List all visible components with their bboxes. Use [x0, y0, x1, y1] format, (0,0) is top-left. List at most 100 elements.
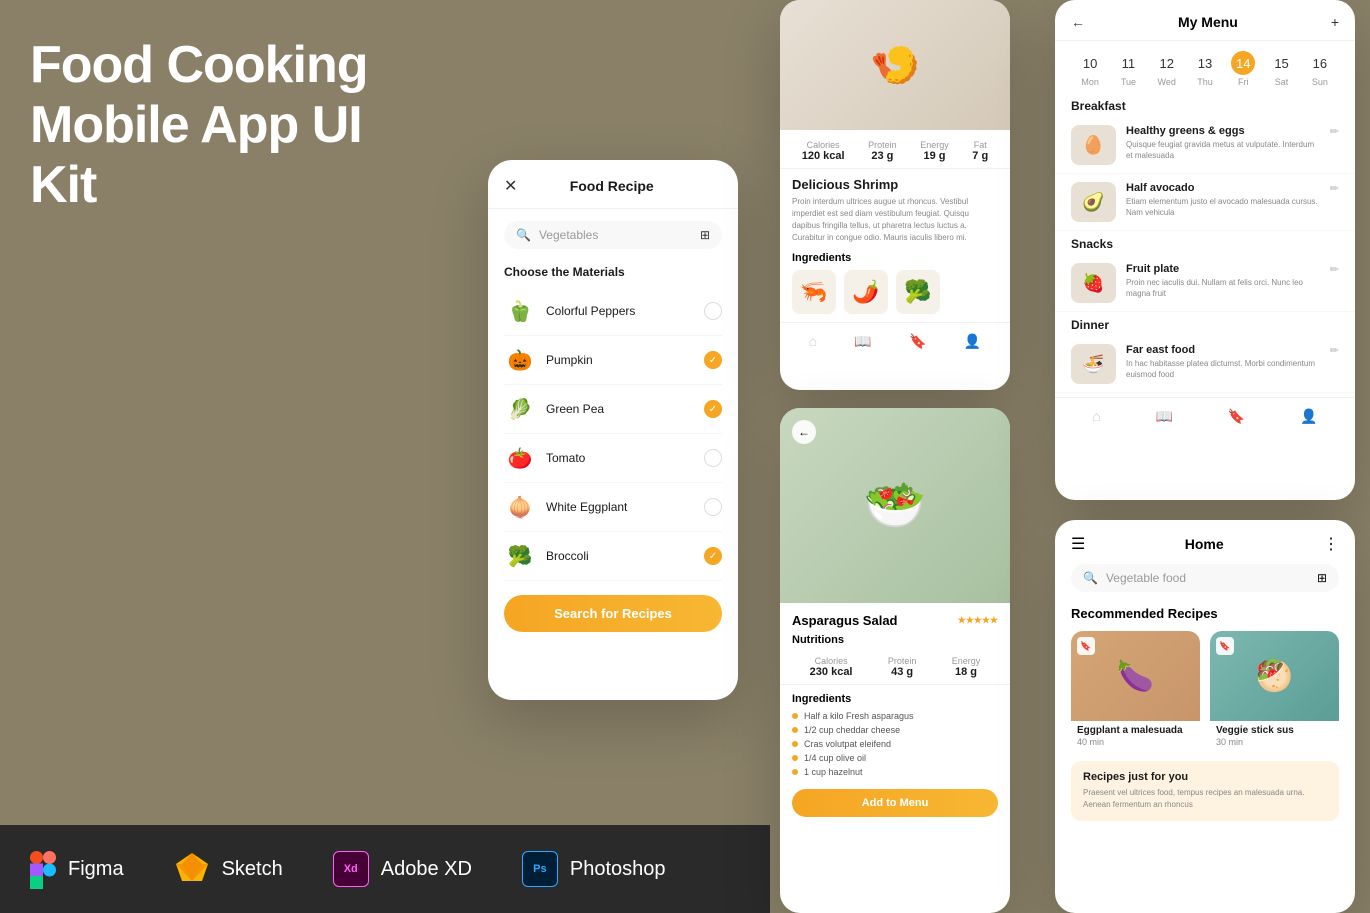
- home-nav-icon[interactable]: ⌂: [1092, 408, 1100, 425]
- recipe-card-veggie[interactable]: 🔖 🥙 Veggie stick sus 30 min: [1210, 631, 1339, 751]
- ps-icon: Ps: [522, 851, 558, 887]
- bookmark-icon[interactable]: 🔖: [1216, 637, 1234, 655]
- shrimp-card: 🍤 Calories 120 kcal Protein 23 g Energy …: [780, 0, 1010, 390]
- meal-info: Half avocado Etiam elementum justo el av…: [1126, 182, 1320, 218]
- bookmark-icon[interactable]: 🔖: [1077, 637, 1095, 655]
- ingredient-name: Colorful Peppers: [546, 304, 704, 318]
- edit-icon[interactable]: ✏: [1330, 125, 1339, 138]
- ingredient-broccoli: 🥦: [896, 270, 940, 314]
- profile-nav-icon[interactable]: 👤: [1300, 408, 1317, 425]
- day-11: 11 Tue: [1116, 51, 1140, 87]
- recipe-card-eggplant[interactable]: 🔖 🍆 Eggplant a malesuada 40 min: [1071, 631, 1200, 751]
- meal-image: 🍜: [1071, 344, 1116, 384]
- ingredient-name: Tomato: [546, 451, 704, 465]
- rating-stars: ★★★★★: [958, 615, 998, 626]
- edit-icon[interactable]: ✏: [1330, 182, 1339, 195]
- add-icon[interactable]: +: [1331, 14, 1339, 30]
- add-to-menu-button[interactable]: Add to Menu: [792, 789, 998, 817]
- ingredient-checkbox[interactable]: [704, 498, 722, 516]
- ingredient-icon: 🥬: [504, 393, 536, 425]
- meal-info: Fruit plate Proin nec iaculis dui. Nulla…: [1126, 263, 1320, 299]
- shrimp-image: 🍤: [780, 0, 1010, 130]
- ingredients-title: Ingredients: [780, 244, 1010, 270]
- menu-icon[interactable]: ☰: [1071, 534, 1085, 554]
- ingredients-list: Half a kilo Fresh asparagus 1/2 cup ched…: [780, 709, 1010, 779]
- ingredient-checkbox[interactable]: [704, 449, 722, 467]
- more-options-icon[interactable]: ⋮: [1323, 534, 1339, 554]
- back-button[interactable]: ←: [792, 420, 816, 444]
- ingredient-checkbox[interactable]: [704, 302, 722, 320]
- card4-title: My Menu: [1085, 14, 1331, 30]
- recipe-image: 🔖 🥙: [1210, 631, 1339, 721]
- materials-section-title: Choose the Materials: [488, 261, 738, 287]
- book-nav-icon[interactable]: 📖: [854, 333, 871, 350]
- sketch-icon: [174, 851, 210, 888]
- ingredient-icon: 🫑: [504, 295, 536, 327]
- bottom-toolbar: Figma Sketch Xd Adobe XD Ps Photoshop: [0, 825, 770, 913]
- book-nav-icon[interactable]: 📖: [1156, 408, 1173, 425]
- card1-title: Food Recipe: [570, 178, 654, 194]
- recipe-image: 🔖 🍆: [1071, 631, 1200, 721]
- edit-icon[interactable]: ✏: [1330, 344, 1339, 357]
- ingredient-pepper: 🌶️: [844, 270, 888, 314]
- card4-navigation: ⌂ 📖 🔖 👤: [1055, 397, 1355, 435]
- list-item: 🥑 Half avocado Etiam elementum justo el …: [1055, 174, 1355, 231]
- stat-protein: Protein 43 g: [888, 656, 917, 678]
- bookmark-nav-icon[interactable]: 🔖: [1228, 408, 1245, 425]
- my-menu-card: ← My Menu + 10 Mon 11 Tue 12 Wed 13 Thu …: [1055, 0, 1355, 500]
- meal-image: 🥚: [1071, 125, 1116, 165]
- recipe-time: 40 min: [1071, 737, 1200, 751]
- adobe-xd-tool[interactable]: Xd Adobe XD: [333, 851, 472, 887]
- close-icon[interactable]: ✕: [504, 176, 517, 196]
- bookmark-nav-icon[interactable]: 🔖: [909, 333, 926, 350]
- meal-info: Far east food In hac habitasse platea di…: [1126, 344, 1320, 380]
- ingredient-name: Pumpkin: [546, 353, 704, 367]
- title-line2: Mobile App UI Kit: [30, 96, 362, 214]
- card4-header: ← My Menu +: [1055, 0, 1355, 41]
- ingredient-checkbox-checked[interactable]: ✓: [704, 400, 722, 418]
- bullet-dot: [792, 769, 798, 775]
- card5-header: ☰ Home ⋮: [1055, 520, 1355, 564]
- edit-icon[interactable]: ✏: [1330, 263, 1339, 276]
- food-recipe-card: ✕ Food Recipe 🔍 Vegetables ⊞ Choose the …: [488, 160, 738, 700]
- search-bar[interactable]: 🔍 Vegetables ⊞: [504, 221, 722, 249]
- xd-icon: Xd: [333, 851, 369, 887]
- ingredient-checkbox-checked[interactable]: ✓: [704, 351, 722, 369]
- ingredient-icon: 🍅: [504, 442, 536, 474]
- list-item: 🍓 Fruit plate Proin nec iaculis dui. Nul…: [1055, 255, 1355, 312]
- list-item: 🍜 Far east food In hac habitasse platea …: [1055, 336, 1355, 393]
- list-item: 1/2 cup cheddar cheese: [792, 723, 998, 737]
- home-search-bar[interactable]: 🔍 Vegetable food ⊞: [1071, 564, 1339, 592]
- home-nav-icon[interactable]: ⌂: [809, 333, 817, 350]
- ingredient-name: White Eggplant: [546, 500, 704, 514]
- title-line1: Food Cooking: [30, 36, 367, 94]
- back-icon[interactable]: ←: [1071, 14, 1085, 30]
- day-15: 15 Sat: [1270, 51, 1294, 87]
- list-item: Cras volutpat eleifend: [792, 737, 998, 751]
- ingredient-shrimp: 🦐: [792, 270, 836, 314]
- stat-calories: Calories 230 kcal: [810, 656, 853, 678]
- search-placeholder: Vegetables: [539, 228, 598, 242]
- filter-icon[interactable]: ⊞: [1317, 571, 1327, 585]
- recipe-name: Veggie stick sus: [1210, 721, 1339, 737]
- search-recipes-button[interactable]: Search for Recipes: [504, 595, 722, 632]
- search-icon: 🔍: [1083, 571, 1098, 585]
- ps-label: Photoshop: [570, 858, 666, 881]
- filter-icon[interactable]: ⊞: [700, 228, 710, 242]
- search-icon: 🔍: [516, 228, 531, 242]
- breakfast-section: Breakfast: [1055, 93, 1355, 117]
- home-card: ☰ Home ⋮ 🔍 Vegetable food ⊞ Recommended …: [1055, 520, 1355, 913]
- photoshop-tool[interactable]: Ps Photoshop: [522, 851, 666, 887]
- profile-nav-icon[interactable]: 👤: [964, 333, 981, 350]
- salad-image: ← 🥗: [780, 408, 1010, 603]
- day-12: 12 Wed: [1155, 51, 1179, 87]
- recommended-title: Recommended Recipes: [1055, 602, 1355, 631]
- stat-fat: Fat 7 g: [972, 140, 988, 162]
- meal-image: 🍓: [1071, 263, 1116, 303]
- sketch-tool[interactable]: Sketch: [174, 851, 283, 888]
- salad-stats: Calories 230 kcal Protein 43 g Energy 18…: [780, 650, 1010, 685]
- ingredient-name: Broccoli: [546, 549, 704, 563]
- ingredient-checkbox-checked[interactable]: ✓: [704, 547, 722, 565]
- day-14-active[interactable]: 14 Fri: [1231, 51, 1255, 87]
- figma-tool[interactable]: Figma: [30, 851, 124, 887]
